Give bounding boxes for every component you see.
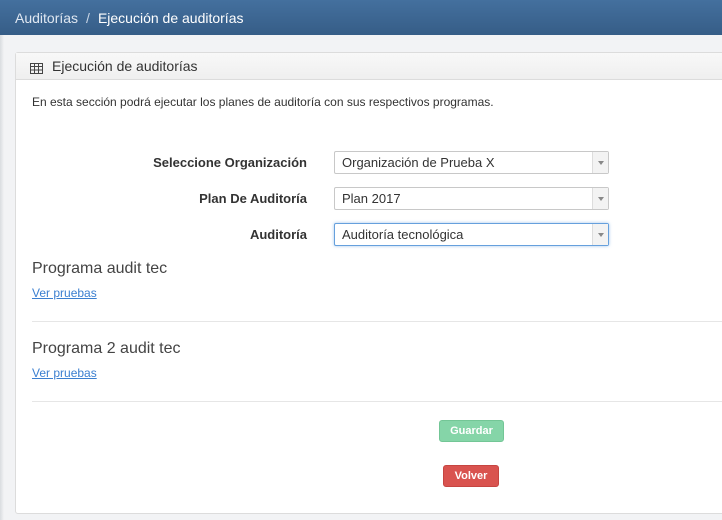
audit-row: Auditoría Auditoría tecnológica — [16, 223, 722, 247]
breadcrumb-parent-link[interactable]: Auditorías — [15, 10, 78, 26]
intro-text: En esta sección podrá ejecutar los plane… — [32, 95, 494, 109]
organization-label: Seleccione Organización — [153, 155, 307, 170]
chevron-down-icon[interactable] — [592, 152, 608, 173]
save-button[interactable]: Guardar — [439, 420, 504, 442]
plan-label: Plan De Auditoría — [199, 191, 307, 206]
panel-heading: Ejecución de auditorías — [16, 53, 722, 80]
view-tests-link[interactable]: Ver pruebas — [32, 286, 97, 300]
breadcrumb-separator: / — [86, 9, 90, 26]
audit-select-value: Auditoría tecnológica — [342, 227, 464, 242]
table-icon — [30, 61, 43, 74]
audit-execution-panel: Ejecución de auditorías En esta sección … — [15, 52, 722, 514]
organization-select[interactable]: Organización de Prueba X — [334, 151, 609, 174]
chevron-down-icon[interactable] — [592, 224, 608, 245]
plan-row: Plan De Auditoría Plan 2017 — [16, 187, 722, 211]
divider — [32, 321, 722, 322]
organization-row: Seleccione Organización Organización de … — [16, 151, 722, 175]
divider — [32, 401, 722, 402]
organization-select-value: Organización de Prueba X — [342, 155, 495, 170]
chevron-down-icon[interactable] — [592, 188, 608, 209]
program-title: Programa 2 audit tec — [32, 340, 181, 357]
audit-select[interactable]: Auditoría tecnológica — [334, 223, 609, 246]
left-edge-shadow — [0, 35, 4, 520]
breadcrumb-current: Ejecución de auditorías — [97, 9, 244, 26]
program-title: Programa audit tec — [32, 260, 168, 277]
audit-label: Auditoría — [249, 227, 307, 242]
panel-title: Ejecución de auditorías — [52, 58, 198, 74]
view-tests-link[interactable]: Ver pruebas — [32, 366, 97, 380]
plan-select[interactable]: Plan 2017 — [334, 187, 609, 210]
plan-select-value: Plan 2017 — [342, 191, 401, 206]
breadcrumb: Auditorías / Ejecución de auditorías — [0, 0, 722, 35]
back-button[interactable]: Volver — [443, 465, 499, 487]
